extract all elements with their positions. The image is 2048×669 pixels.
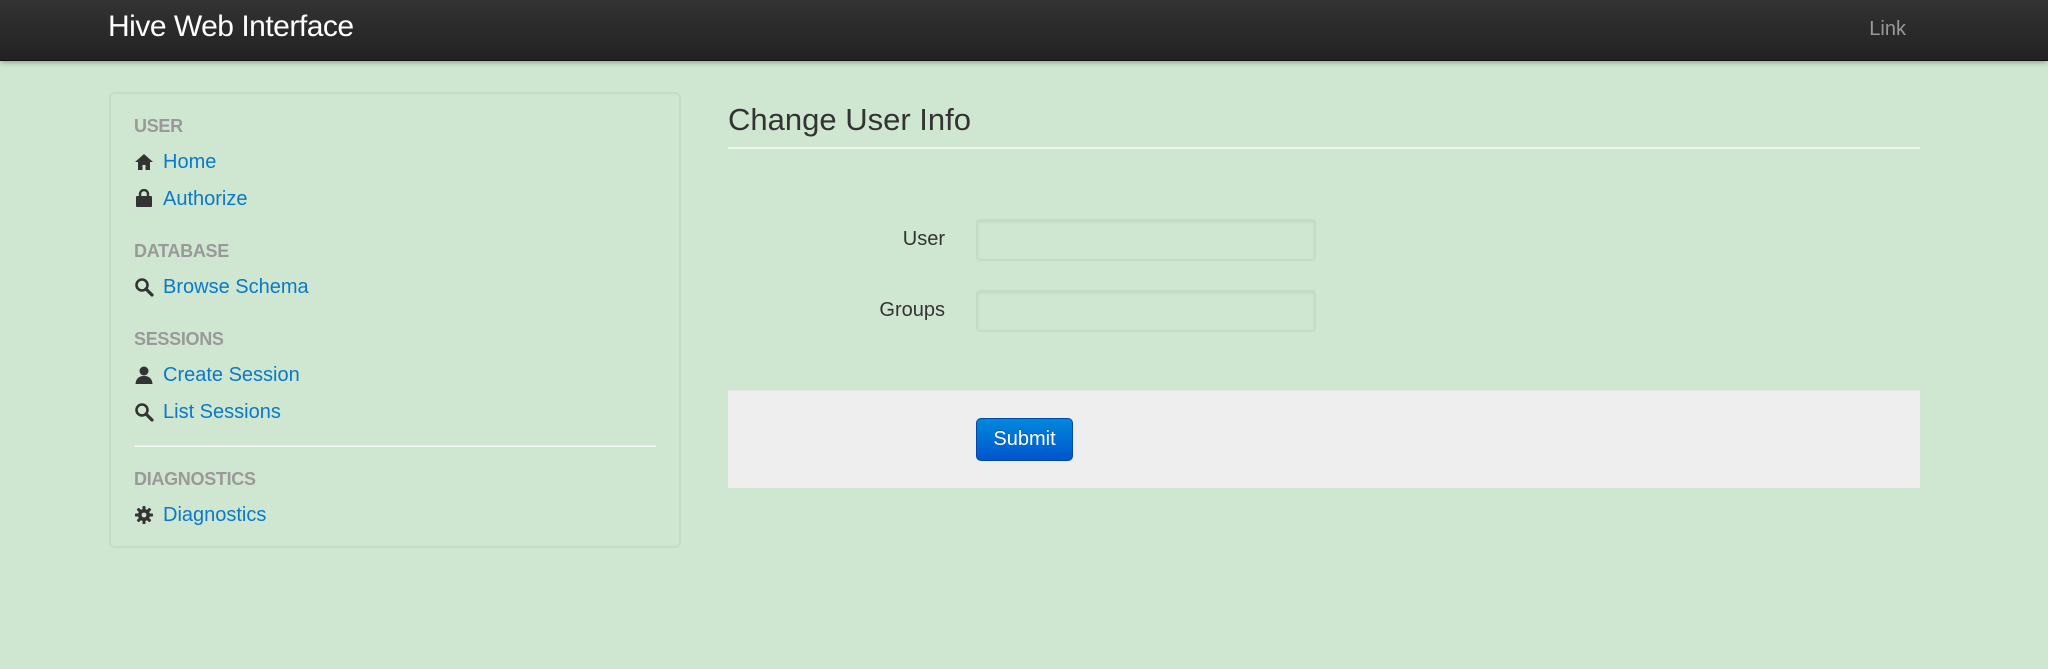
sidebar-item-label: List Sessions (163, 400, 281, 423)
groups-input[interactable] (976, 290, 1316, 332)
user-label: User (902, 228, 945, 250)
user-input[interactable] (976, 219, 1316, 261)
search-icon (134, 277, 154, 297)
page-title: Change User Info (728, 102, 971, 137)
sidebar-item-label: Diagnostics (163, 503, 267, 526)
nav-header-sessions: SESSIONS (134, 329, 224, 349)
sidebar-item-label: Authorize (163, 187, 248, 210)
sidebar-item-create-session[interactable]: Create Session (134, 362, 300, 388)
title-divider (728, 147, 1920, 149)
lock-icon (134, 189, 154, 209)
form-actions: Submit (728, 390, 1920, 488)
home-icon (134, 152, 154, 172)
brand-link[interactable]: Hive Web Interface (108, 8, 354, 46)
top-navbar: Hive Web Interface Link (0, 0, 2048, 61)
groups-label: Groups (879, 299, 945, 321)
nav-header-user: USER (134, 116, 183, 136)
sidebar-item-home[interactable]: Home (134, 149, 216, 175)
sidebar-item-browse-schema[interactable]: Browse Schema (134, 274, 309, 300)
sidebar-item-list-sessions[interactable]: List Sessions (134, 399, 281, 425)
search-icon (134, 402, 154, 422)
sidebar-divider (134, 445, 656, 447)
sidebar-item-diagnostics[interactable]: Diagnostics (134, 502, 266, 528)
nav-header-diagnostics: DIAGNOSTICS (134, 469, 256, 489)
sidebar-item-authorize[interactable]: Authorize (134, 186, 248, 212)
sidebar-nav: USER Home Authorize DATABASE Browse Sche… (109, 92, 681, 548)
sidebar-item-label: Create Session (163, 363, 300, 386)
submit-button[interactable]: Submit (976, 418, 1073, 461)
user-icon (134, 365, 154, 385)
navbar-link[interactable]: Link (1869, 16, 1906, 42)
sidebar-item-label: Browse Schema (163, 275, 309, 298)
nav-header-database: DATABASE (134, 241, 229, 261)
sidebar-item-label: Home (163, 150, 217, 173)
gear-icon (134, 505, 154, 525)
